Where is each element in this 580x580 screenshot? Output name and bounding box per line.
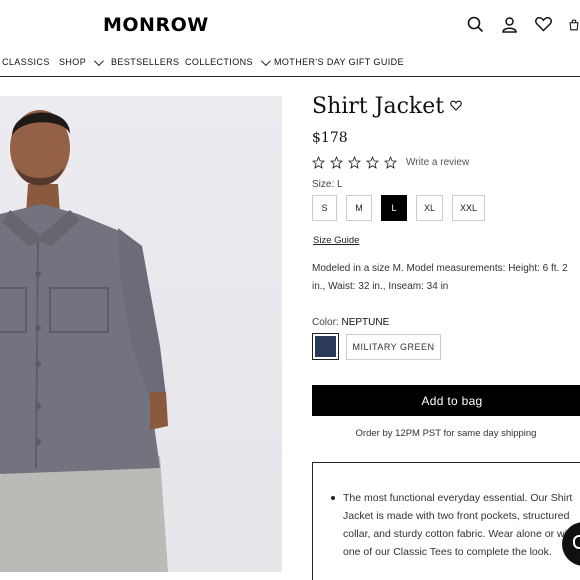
cart-icon[interactable] (568, 15, 580, 33)
write-review-link[interactable]: Write a review (406, 157, 469, 168)
nav-item-label: CLASSICS (2, 57, 50, 67)
size-selector: S M L XL XXL (312, 195, 485, 221)
star-icon (312, 156, 325, 169)
nav-item-mothers-day[interactable]: MOTHER'S DAY GIFT GUIDE (274, 57, 404, 67)
search-icon[interactable] (466, 15, 484, 33)
header-actions (466, 15, 580, 33)
rating-stars[interactable]: Write a review (312, 156, 469, 169)
product-image[interactable] (0, 96, 282, 572)
chat-bubble-icon (573, 535, 580, 549)
description-item: The most functional everyday essential. … (331, 489, 580, 561)
wishlist-heart-icon[interactable] (450, 98, 462, 116)
color-label: Color: NEPTUNE (312, 317, 389, 328)
chevron-down-icon (260, 55, 271, 66)
size-option-xxl[interactable]: XXL (452, 195, 485, 221)
size-option-xl[interactable]: XL (416, 195, 443, 221)
model-measurements: Modeled in a size M. Model measurements:… (312, 260, 580, 296)
nav-item-bestsellers[interactable]: BESTSELLERS (111, 57, 179, 67)
size-label: Size: L (312, 179, 343, 190)
model-line-1: Modeled in a size M. Model measurements:… (312, 263, 568, 274)
swatch-fill (315, 336, 336, 357)
star-icon (330, 156, 343, 169)
product-title: Shirt Jacket (312, 94, 445, 119)
nav-item-label: BESTSELLERS (111, 57, 180, 67)
size-option-l[interactable]: L (381, 195, 407, 221)
nav-item-label: SHOP (59, 57, 87, 67)
brand-logo[interactable]: MONROW (103, 14, 209, 36)
chevron-down-icon (94, 55, 104, 66)
nav-item-label: MOTHER'S DAY GIFT GUIDE (274, 57, 404, 67)
model-line-2: in., Waist: 32 in., Inseam: 34 in (312, 281, 449, 292)
shipping-note: Order by 12PM PST for same day shipping (355, 428, 537, 439)
star-icon (384, 156, 397, 169)
star-icon (348, 156, 361, 169)
star-icon (366, 156, 379, 169)
bullet-icon (331, 496, 335, 500)
nav-item-collections[interactable]: COLLECTIONS (185, 55, 271, 67)
product-price: $178 (312, 130, 348, 146)
size-option-s[interactable]: S (312, 195, 337, 221)
product-title-row: Shirt Jacket (312, 94, 462, 119)
color-value: NEPTUNE (341, 317, 390, 328)
account-icon[interactable] (500, 15, 518, 33)
main-navigation: CLASSICS SHOP BESTSELLERS COLLECTIONS MO… (0, 55, 580, 77)
color-swatch-neptune[interactable] (312, 333, 339, 360)
description-text: The most functional everyday essential. … (343, 492, 576, 558)
color-label-text: Color: (312, 317, 339, 328)
size-guide-link[interactable]: Size Guide (313, 235, 359, 246)
nav-item-shop[interactable]: SHOP (59, 55, 104, 67)
nav-item-classics[interactable]: CLASSICS (2, 57, 50, 67)
add-to-bag-button[interactable]: Add to bag (312, 385, 580, 416)
wishlist-icon[interactable] (534, 15, 552, 33)
size-option-m[interactable]: M (346, 195, 372, 221)
color-option-military-green[interactable]: MILITARY GREEN (346, 334, 441, 360)
nav-item-label: COLLECTIONS (185, 57, 253, 67)
description-box: The most functional everyday essential. … (312, 462, 580, 580)
